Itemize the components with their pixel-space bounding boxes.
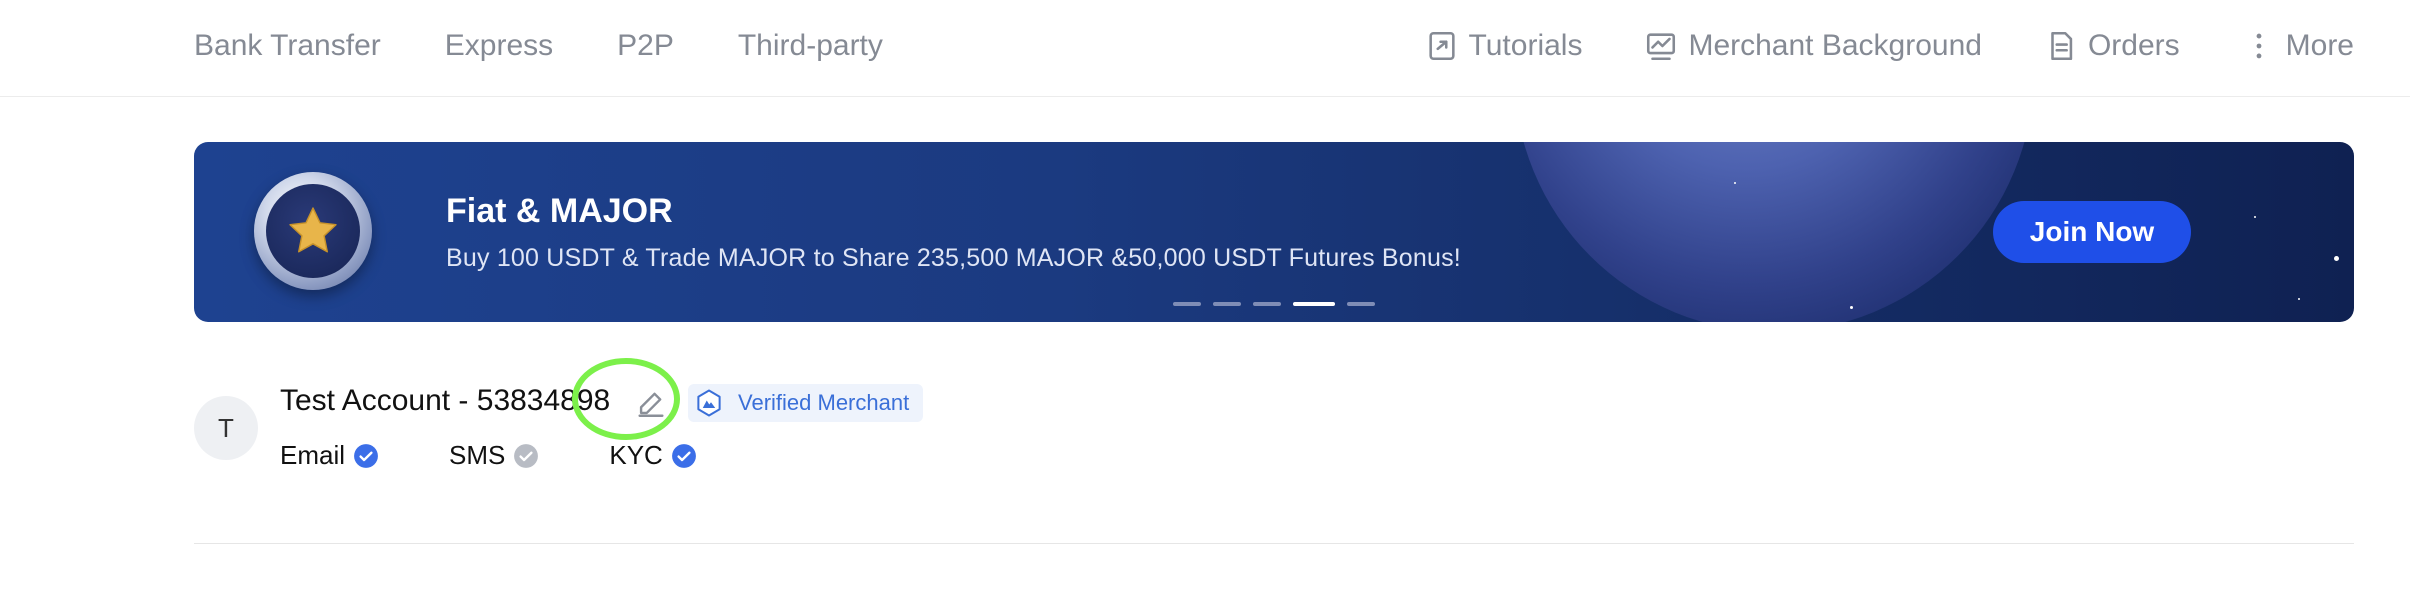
carousel-dot[interactable] bbox=[1213, 302, 1241, 306]
planet-decoration bbox=[1514, 142, 2034, 322]
more-menu[interactable]: More bbox=[2242, 29, 2354, 63]
section-divider bbox=[194, 543, 2354, 544]
trade-mode-tabs: Bank Transfer Express P2P Third-party bbox=[194, 0, 947, 92]
check-verified-icon bbox=[671, 443, 696, 468]
banner-title: Fiat & MAJOR bbox=[446, 192, 673, 230]
tutorials-link[interactable]: Tutorials bbox=[1425, 29, 1583, 63]
more-vertical-icon bbox=[2242, 29, 2276, 63]
carousel-dot[interactable] bbox=[1347, 302, 1375, 306]
chart-icon bbox=[1644, 29, 1678, 63]
tab-express[interactable]: Express bbox=[445, 29, 553, 63]
star-medal-image bbox=[254, 172, 372, 290]
kyc-status: KYC bbox=[609, 440, 696, 471]
tab-third-party[interactable]: Third-party bbox=[738, 29, 883, 63]
email-label: Email bbox=[280, 440, 346, 470]
tutorials-label: Tutorials bbox=[1468, 29, 1583, 62]
promo-banner[interactable]: Fiat & MAJOR Buy 100 USDT & Trade MAJOR … bbox=[194, 142, 2354, 322]
carousel-indicator bbox=[1173, 302, 1375, 306]
verification-status-list: Email SMS KYC bbox=[280, 440, 767, 471]
carousel-dot[interactable] bbox=[1173, 302, 1201, 306]
star-decoration bbox=[1850, 306, 1853, 309]
merchant-background-label: Merchant Background bbox=[1688, 29, 1982, 62]
account-name: Test Account - 53834898 bbox=[280, 384, 611, 417]
verified-merchant-badge: Verified Merchant bbox=[688, 384, 924, 422]
tab-p2p[interactable]: P2P bbox=[617, 29, 674, 63]
star-icon bbox=[289, 207, 337, 253]
star-decoration bbox=[1734, 182, 1736, 184]
check-verified-icon bbox=[354, 443, 378, 468]
email-status: Email bbox=[280, 440, 379, 471]
merchant-background-link[interactable]: Merchant Background bbox=[1644, 29, 1982, 63]
tab-bank-transfer[interactable]: Bank Transfer bbox=[194, 29, 381, 63]
tutorials-icon bbox=[1425, 29, 1459, 63]
star-decoration bbox=[2334, 256, 2339, 261]
orders-icon bbox=[2044, 29, 2078, 63]
orders-label: Orders bbox=[2087, 29, 2180, 62]
top-navigation: Bank Transfer Express P2P Third-party Tu… bbox=[0, 0, 2410, 97]
check-unverified-icon bbox=[514, 443, 539, 468]
verified-merchant-label: Verified Merchant bbox=[738, 390, 910, 415]
top-right-menu: Tutorials Merchant Background Orders Mor… bbox=[1363, 0, 2354, 92]
banner-subtitle: Buy 100 USDT & Trade MAJOR to Share 235,… bbox=[446, 244, 1461, 272]
sms-label: SMS bbox=[449, 440, 506, 470]
carousel-dot-active[interactable] bbox=[1293, 302, 1335, 306]
more-label: More bbox=[2285, 29, 2354, 62]
avatar: T bbox=[194, 396, 258, 460]
highlight-circle bbox=[572, 358, 680, 440]
carousel-dot[interactable] bbox=[1253, 302, 1281, 306]
sms-status: SMS bbox=[449, 440, 539, 471]
join-now-button[interactable]: Join Now bbox=[1993, 201, 2191, 263]
star-decoration bbox=[2298, 298, 2300, 300]
star-decoration bbox=[2254, 216, 2256, 218]
orders-link[interactable]: Orders bbox=[2044, 29, 2180, 63]
kyc-label: KYC bbox=[609, 440, 663, 470]
merchant-shield-icon bbox=[697, 389, 721, 417]
